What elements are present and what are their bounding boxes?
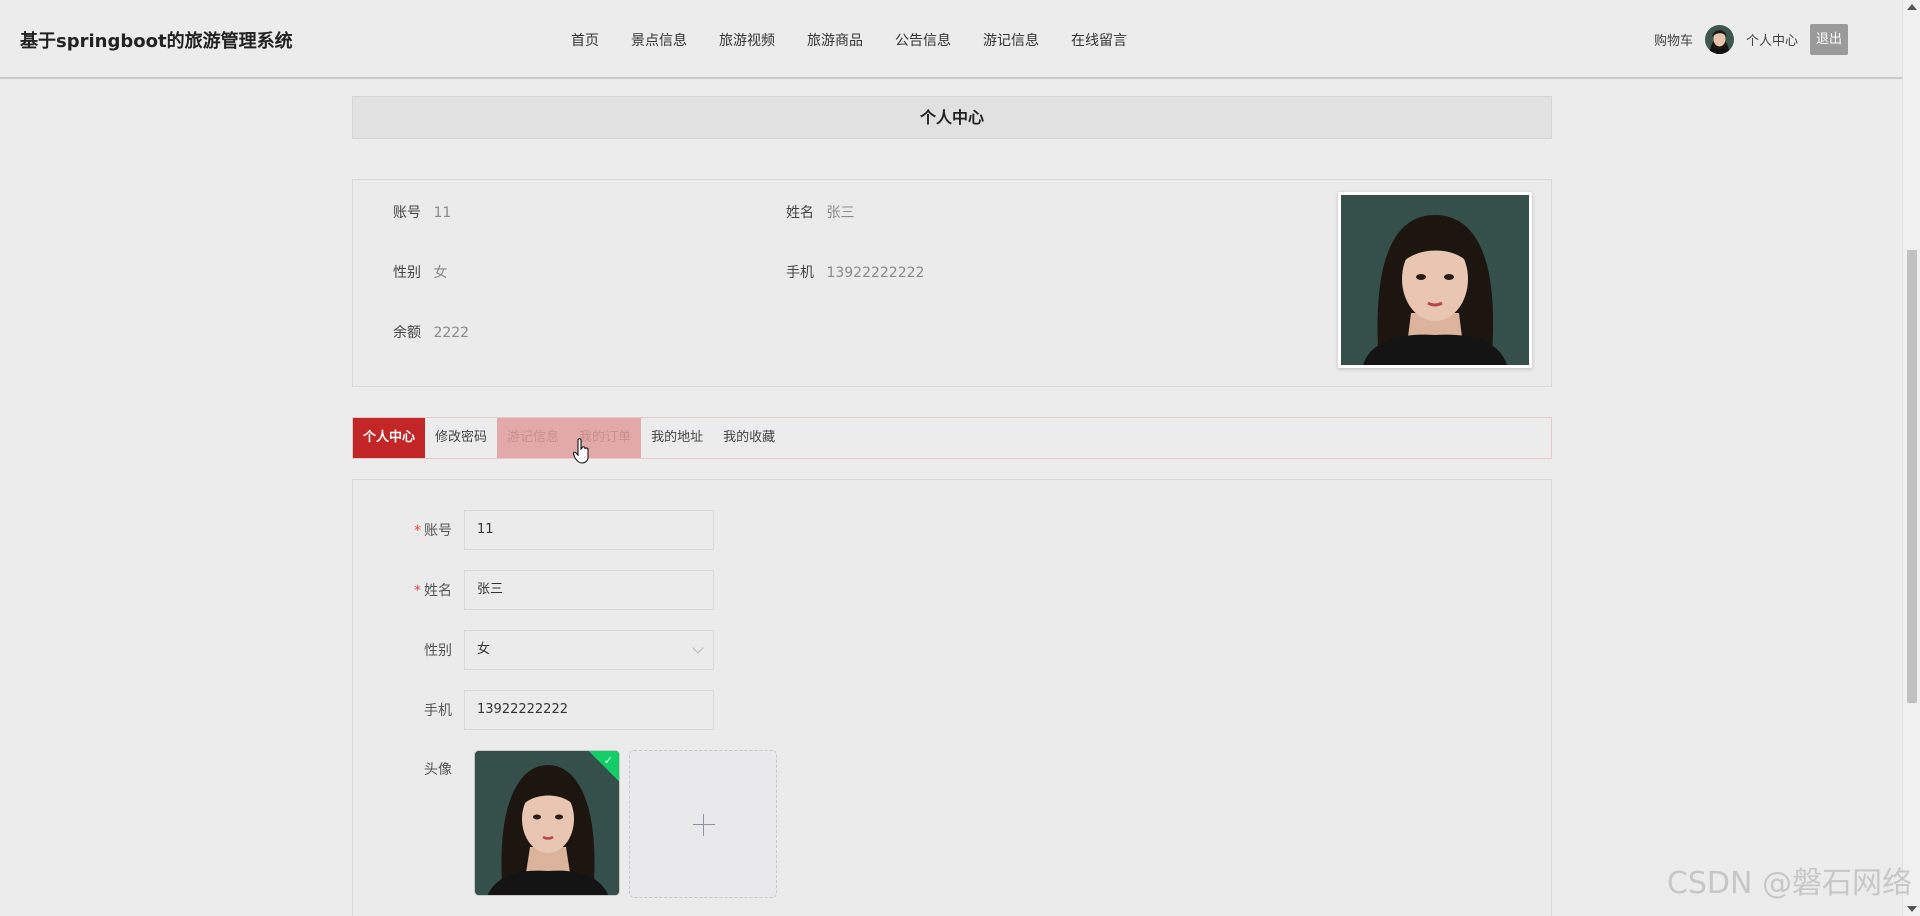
form-row-avatar: 头像 (353, 759, 464, 779)
scroll-thumb[interactable] (1907, 250, 1917, 703)
required-mark: * (414, 523, 421, 539)
nav-travelogues[interactable]: 游记信息 (983, 30, 1039, 50)
user-menu: 购物车 个人中心 退出 (1654, 24, 1848, 55)
account-input[interactable]: 11 (464, 510, 714, 550)
site-brand[interactable]: 基于springboot的旅游管理系统 (20, 27, 293, 53)
scroll-up-icon[interactable] (1907, 4, 1917, 10)
form-gender-label: 性别 (424, 643, 452, 659)
profile-phone-label: 手机 (786, 265, 814, 281)
page-title: 个人中心 (352, 96, 1552, 139)
tab-personal-center[interactable]: 个人中心 (353, 418, 426, 458)
form-avatar-label: 头像 (424, 762, 452, 778)
logout-button[interactable]: 退出 (1810, 24, 1848, 55)
profile-tabs: 个人中心 修改密码 游记信息 我的订单 我的地址 我的收藏 (352, 417, 1552, 459)
plus-icon (693, 824, 715, 825)
form-name-label: 姓名 (424, 583, 452, 599)
form-row-gender: 性别 女 (353, 630, 714, 670)
form-row-phone: 手机 13922222222 (353, 690, 714, 730)
profile-balance-value: 2222 (433, 325, 470, 341)
user-center-link[interactable]: 个人中心 (1746, 30, 1798, 49)
profile-gender-value: 女 (433, 265, 448, 281)
tab-my-address[interactable]: 我的地址 (641, 418, 713, 458)
nav-messages[interactable]: 在线留言 (1071, 30, 1127, 50)
nav-attractions[interactable]: 景点信息 (631, 30, 687, 50)
check-icon: ✓ (603, 754, 613, 767)
profile-form: * 账号 11 * 姓名 张三 性别 女 手机 13922222222 头像 ✓ (352, 479, 1552, 916)
avatar[interactable] (1704, 25, 1734, 54)
gender-select-value: 女 (477, 642, 491, 657)
page-scrollbar[interactable] (1902, 0, 1920, 916)
profile-account: 账号 11 (393, 202, 451, 222)
nav-products[interactable]: 旅游商品 (807, 30, 863, 50)
nav-home[interactable]: 首页 (571, 30, 599, 50)
name-input[interactable]: 张三 (464, 570, 714, 610)
profile-account-label: 账号 (393, 205, 421, 221)
profile-name-value: 张三 (826, 205, 855, 221)
gender-select[interactable]: 女 (464, 630, 714, 670)
form-phone-label: 手机 (424, 703, 452, 719)
avatar-upload-thumbnail[interactable]: ✓ (474, 750, 620, 896)
profile-account-value: 11 (433, 205, 452, 221)
profile-name-label: 姓名 (786, 205, 814, 221)
profile-name: 姓名 张三 (786, 202, 854, 222)
scroll-down-icon[interactable] (1907, 906, 1917, 912)
profile-photo (1338, 192, 1532, 368)
profile-balance-label: 余额 (393, 325, 421, 341)
nav-notices[interactable]: 公告信息 (895, 30, 951, 50)
profile-balance: 余额 2222 (393, 322, 469, 342)
cart-link[interactable]: 购物车 (1654, 30, 1693, 49)
top-header: 基于springboot的旅游管理系统 首页 景点信息 旅游视频 旅游商品 公告… (0, 0, 1902, 79)
hand-cursor-icon (573, 438, 589, 464)
phone-input[interactable]: 13922222222 (464, 690, 714, 730)
profile-card: 账号 11 姓名 张三 性别 女 手机 13922222222 余额 2222 (352, 179, 1552, 387)
form-row-name: * 姓名 张三 (353, 570, 714, 610)
watermark: CSDN @磐石网络 (1666, 866, 1912, 901)
tab-change-password[interactable]: 修改密码 (425, 418, 497, 458)
profile-phone: 手机 13922222222 (786, 262, 924, 282)
avatar-upload-button[interactable] (629, 750, 777, 898)
form-row-account: * 账号 11 (353, 510, 714, 550)
form-account-label: 账号 (424, 523, 452, 539)
required-mark: * (414, 583, 421, 599)
chevron-down-icon (692, 642, 704, 654)
nav-videos[interactable]: 旅游视频 (719, 30, 775, 50)
tab-travelogues[interactable]: 游记信息 (497, 418, 570, 458)
profile-gender-label: 性别 (393, 265, 421, 281)
profile-gender: 性别 女 (393, 262, 447, 282)
profile-phone-value: 13922222222 (826, 265, 925, 281)
main-nav: 首页 景点信息 旅游视频 旅游商品 公告信息 游记信息 在线留言 (571, 30, 1159, 50)
tab-my-favorites[interactable]: 我的收藏 (713, 418, 785, 458)
